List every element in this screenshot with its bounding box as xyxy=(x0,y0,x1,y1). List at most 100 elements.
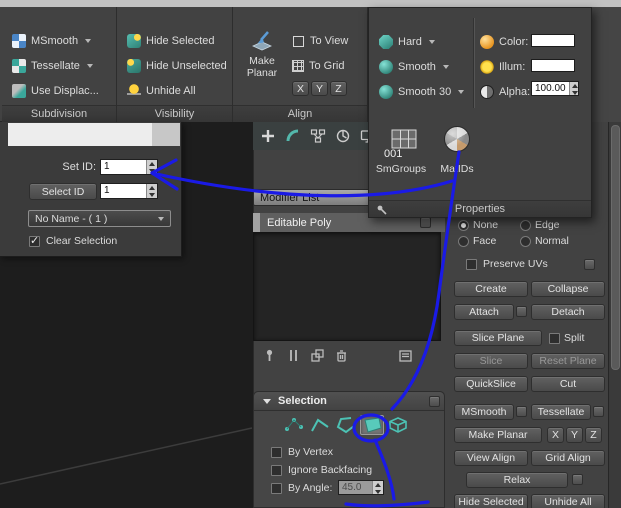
constraint-edge[interactable]: Edge xyxy=(520,219,560,231)
constraint-face-radio[interactable] xyxy=(458,235,469,247)
chevron-down-icon xyxy=(85,39,92,43)
to-grid-button[interactable]: To Grid xyxy=(292,56,344,76)
edge-mode-button[interactable] xyxy=(308,415,332,435)
make-planar-big-button[interactable]: Make Planar xyxy=(238,29,286,105)
border-mode-button[interactable] xyxy=(334,415,358,435)
planar-x-button[interactable]: X xyxy=(547,427,564,443)
stack-item-active-toggle[interactable] xyxy=(253,213,260,232)
collapse-button[interactable]: Collapse xyxy=(531,281,605,297)
hide-selected-eg-button[interactable]: Hide Selected xyxy=(454,494,528,508)
illum-row: Illum: xyxy=(480,57,525,77)
planar-y-button[interactable]: Y xyxy=(566,427,583,443)
msmooth-ribbon-button[interactable]: MSmooth xyxy=(12,31,92,51)
smooth-button[interactable]: Smooth xyxy=(379,57,449,77)
selection-rollout-header[interactable]: Selection xyxy=(254,392,444,411)
grid-align-button[interactable]: Grid Align xyxy=(531,450,605,466)
cut-button[interactable]: Cut xyxy=(531,376,605,392)
polygon-icon xyxy=(364,417,382,433)
select-id-field[interactable]: 1 xyxy=(100,183,158,199)
pushpin-icon[interactable] xyxy=(376,204,388,216)
tessellate-ribbon-button[interactable]: Tessellate xyxy=(12,56,93,76)
stack-item-settings-box[interactable] xyxy=(420,217,431,228)
make-planar-eg-button[interactable]: Make Planar xyxy=(454,427,542,443)
split-checkbox[interactable] xyxy=(549,332,560,344)
constraint-face[interactable]: Face xyxy=(458,235,496,247)
selection-rollout-box[interactable] xyxy=(429,396,440,407)
modifier-stack-list[interactable] xyxy=(253,232,441,341)
hard-button[interactable]: Hard xyxy=(379,32,435,52)
by-angle-checkbox[interactable] xyxy=(271,482,282,494)
slice-button[interactable]: Slice xyxy=(454,353,528,369)
select-id-button[interactable]: Select ID xyxy=(29,183,97,200)
pin-stack-icon[interactable] xyxy=(262,348,277,363)
unhide-all-eg-button[interactable]: Unhide All xyxy=(531,494,605,508)
preserve-uvs-checkbox[interactable] xyxy=(466,258,477,270)
use-displace-ribbon-button[interactable]: Use Displac... xyxy=(12,81,99,101)
object-name-field[interactable]: 001 xyxy=(384,148,402,160)
set-id-field[interactable]: 1 xyxy=(100,159,158,175)
material-name-dropdown[interactable]: No Name - ( 1 ) xyxy=(28,210,171,227)
polygon-mode-button[interactable] xyxy=(360,415,384,435)
constraint-none[interactable]: None xyxy=(458,219,498,231)
tessellate-settings-box[interactable] xyxy=(593,406,604,417)
hide-selected-icon xyxy=(127,34,141,48)
constraint-edge-radio[interactable] xyxy=(520,219,531,231)
constraint-normal[interactable]: Normal xyxy=(520,235,569,247)
planar-z-button[interactable]: Z xyxy=(585,427,602,443)
to-view-button[interactable]: To View xyxy=(292,31,348,51)
smooth-label: Smooth xyxy=(398,61,436,73)
tessellate-eg-button[interactable]: Tessellate xyxy=(531,404,591,420)
quickslice-button[interactable]: QuickSlice xyxy=(454,376,528,392)
panel-preview-corner[interactable] xyxy=(152,123,180,146)
make-unique-icon[interactable] xyxy=(310,348,325,363)
vertex-mode-button[interactable] xyxy=(282,415,306,435)
slice-plane-button[interactable]: Slice Plane xyxy=(454,330,542,346)
hierarchy-tab-icon[interactable] xyxy=(310,128,326,144)
motion-tab-icon[interactable] xyxy=(335,128,351,144)
ignore-backfacing-checkbox[interactable] xyxy=(271,464,282,476)
hide-unselected-ribbon-button[interactable]: Hide Unselected xyxy=(127,56,227,76)
set-id-spinner[interactable] xyxy=(146,160,157,174)
subdivision-section-label: Subdivision xyxy=(2,105,116,122)
matids-button[interactable] xyxy=(444,126,470,152)
relax-button[interactable]: Relax xyxy=(466,472,568,488)
attach-settings-box[interactable] xyxy=(516,306,527,317)
constraint-normal-radio[interactable] xyxy=(520,235,531,247)
alpha-spinner[interactable] xyxy=(568,82,578,95)
align-x-button[interactable]: X xyxy=(292,81,309,96)
attach-button[interactable]: Attach xyxy=(454,304,514,320)
msmooth-settings-box[interactable] xyxy=(516,406,527,417)
clear-selection-checkbox[interactable] xyxy=(29,234,40,247)
smooth-30-button[interactable]: Smooth 30 xyxy=(379,82,465,102)
preserve-uvs-settings-box[interactable] xyxy=(584,259,595,270)
create-button[interactable]: Create xyxy=(454,281,528,297)
remove-modifier-icon[interactable] xyxy=(334,348,349,363)
unhide-all-ribbon-button[interactable]: Unhide All xyxy=(127,81,196,101)
msmooth-eg-button[interactable]: MSmooth xyxy=(454,404,514,420)
relax-settings-box[interactable] xyxy=(572,474,583,485)
detach-button[interactable]: Detach xyxy=(531,304,605,320)
align-z-button[interactable]: Z xyxy=(330,81,347,96)
scrollbar-thumb[interactable] xyxy=(611,125,620,370)
by-angle-field[interactable]: 45.0 xyxy=(338,480,384,495)
constraint-none-radio[interactable] xyxy=(458,219,469,231)
align-y-button[interactable]: Y xyxy=(311,81,328,96)
panel-scrollbar[interactable] xyxy=(608,122,621,508)
modify-tab-icon[interactable] xyxy=(285,128,301,144)
select-id-spinner[interactable] xyxy=(146,184,157,198)
by-angle-spinner[interactable] xyxy=(372,481,383,494)
create-tab-icon[interactable] xyxy=(260,128,276,144)
view-align-button[interactable]: View Align xyxy=(454,450,528,466)
hide-selected-ribbon-button[interactable]: Hide Selected xyxy=(127,31,215,51)
show-end-result-icon[interactable] xyxy=(286,348,301,363)
chevron-down-icon xyxy=(158,216,164,221)
color-swatch[interactable] xyxy=(531,34,575,47)
configure-modifier-sets-icon[interactable] xyxy=(398,348,413,363)
illum-swatch[interactable] xyxy=(531,59,575,72)
alpha-field[interactable]: 100.00 xyxy=(531,81,579,96)
reset-plane-button[interactable]: Reset Plane xyxy=(531,353,605,369)
element-mode-button[interactable] xyxy=(386,415,410,435)
illum-label: Illum: xyxy=(499,61,526,73)
border-icon xyxy=(336,417,355,434)
by-vertex-checkbox[interactable] xyxy=(271,446,282,458)
